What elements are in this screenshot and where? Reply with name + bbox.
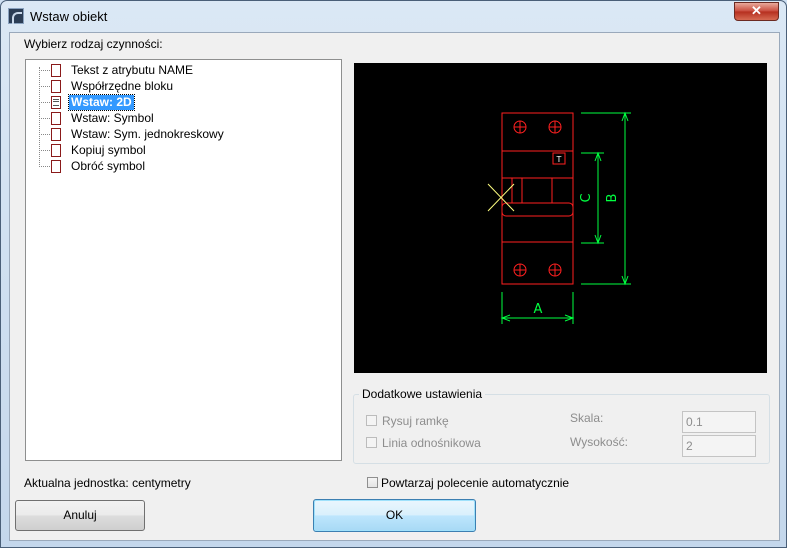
tree-item-label: Współrzędne bloku: [71, 79, 174, 93]
extra-settings-group: Dodatkowe ustawienia Rysuj ramkę Linia o…: [353, 387, 770, 464]
tree-item-icon: [51, 128, 61, 141]
dimension-c-label: C: [579, 193, 594, 202]
tree-item-label: Kopiuj symbol: [71, 143, 146, 157]
symbol-outline: [501, 112, 574, 285]
tree-item-icon: [51, 64, 61, 77]
tree-item-icon: [51, 96, 61, 109]
tag-label: T: [556, 155, 562, 164]
height-field[interactable]: 2: [682, 435, 756, 457]
tree-item-icon: [51, 112, 61, 125]
symbol-preview-drawing: T A B C: [487, 111, 631, 324]
insertion-point-marker: [487, 183, 515, 212]
title-bar[interactable]: Wstaw obiekt ✕: [1, 1, 786, 31]
repeat-auto-label: Powtarzaj polecenie automatycznie: [381, 476, 570, 490]
tree-item-label: Wstaw: Sym. jednokreskowy: [71, 127, 224, 141]
tree-item-icon: [51, 80, 61, 93]
dimension-lines: [500, 111, 631, 324]
window-title: Wstaw obiekt: [30, 9, 108, 24]
scale-label: Skala:: [570, 411, 604, 425]
current-unit-label: Aktualna jednostka: centymetry: [24, 476, 191, 490]
draw-frame-checkbox[interactable]: [366, 415, 377, 426]
close-icon: ✕: [751, 3, 762, 18]
extra-settings-title: Dodatkowe ustawienia: [359, 387, 486, 401]
dimension-a-label: A: [534, 302, 543, 317]
close-button[interactable]: ✕: [734, 2, 779, 21]
draw-frame-label: Rysuj ramkę: [382, 414, 449, 428]
scale-field[interactable]: 0.1: [682, 411, 756, 433]
tree-item-label: Obróć symbol: [71, 159, 146, 173]
action-type-label: Wybierz rodzaj czynności:: [24, 37, 163, 51]
symbol-preview: T A B C: [354, 63, 767, 373]
tree-item-label: Wstaw: 2D: [68, 94, 135, 111]
tree-item-label: Tekst z atrybutu NAME: [71, 63, 194, 77]
tree-item-icon: [51, 144, 61, 157]
dimension-b-label: B: [605, 194, 620, 203]
repeat-auto-checkbox[interactable]: [367, 477, 378, 488]
dialog-window: Wstaw obiekt ✕ Wybierz rodzaj czynności:…: [0, 0, 787, 548]
leader-line-label: Linia odnośnikowa: [382, 436, 481, 450]
app-icon: [8, 8, 24, 24]
ok-button[interactable]: OK: [313, 499, 476, 532]
tree-item-icon: [51, 160, 61, 173]
cancel-button[interactable]: Anuluj: [15, 500, 145, 531]
dialog-body: Wybierz rodzaj czynności: Tekst z atrybu…: [9, 32, 780, 541]
leader-line-checkbox[interactable]: [366, 437, 377, 448]
tree-item-label: Wstaw: Symbol: [71, 111, 154, 125]
action-tree[interactable]: Tekst z atrybutu NAME Współrzędne bloku …: [25, 59, 342, 461]
height-label: Wysokość:: [570, 435, 628, 449]
